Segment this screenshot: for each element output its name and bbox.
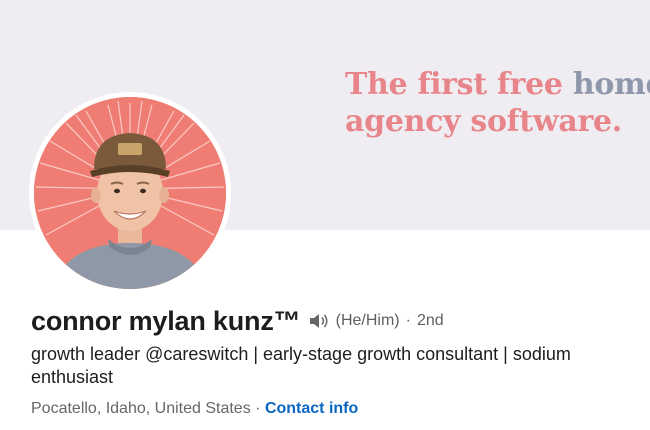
banner-tagline-line-1: The first free home c: [345, 66, 650, 103]
profile-location-row: Pocatello, Idaho, United States · Contac…: [31, 398, 358, 420]
banner-tagline-line-2: agency software.: [345, 104, 622, 139]
banner-tagline-part-1: The first free: [345, 67, 563, 102]
location-separator: ·: [255, 400, 261, 417]
profile-photo-illustration: [34, 97, 226, 289]
profile-name: connor mylan kunz: [31, 305, 274, 336]
banner-tagline-part-2: home c: [572, 67, 650, 102]
profile-headline: growth leader @careswitch | early-stage …: [31, 344, 571, 387]
trademark-symbol: ™: [273, 305, 301, 336]
connection-degree: 2nd: [416, 312, 444, 329]
degree-separator: ·: [405, 312, 411, 329]
profile-location: Pocatello, Idaho, United States: [31, 400, 251, 417]
banner-tagline: The first free home c agency software.: [345, 66, 650, 140]
speaker-icon[interactable]: [308, 312, 330, 330]
profile-name-row: connor mylan kunz ™ (He/Him) · 2nd: [31, 302, 444, 340]
pronouns: (He/Him): [335, 312, 400, 329]
profile-photo-frame[interactable]: [29, 92, 231, 294]
profile-photo[interactable]: [34, 97, 226, 289]
profile-page: The first free home c agency software.: [0, 0, 650, 430]
contact-info-link[interactable]: Contact info: [265, 400, 358, 417]
